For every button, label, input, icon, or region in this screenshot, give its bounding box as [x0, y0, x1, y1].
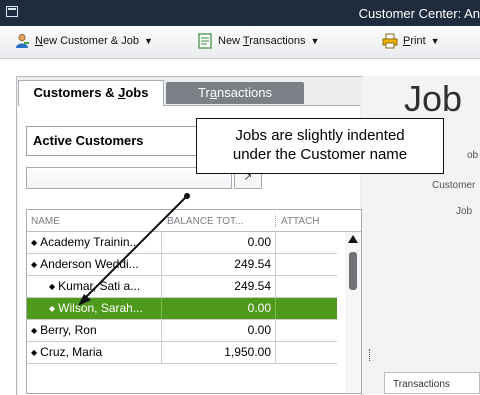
- job-panel-title: Job: [404, 78, 463, 119]
- diamond-icon: ◆: [31, 326, 38, 335]
- diamond-icon: ◆: [49, 282, 56, 291]
- column-header-attach[interactable]: ATTACH: [281, 216, 320, 227]
- title-bar: Customer Center: An: [0, 0, 480, 26]
- customer-grid: NAME BALANCE TOT... ATTACH ◆ Academy Trai…: [26, 209, 362, 394]
- filter-selected-value: Active Customers: [33, 133, 144, 148]
- row-name: Cruz, Maria: [40, 345, 103, 359]
- customer-field-label: Customer: [432, 180, 476, 191]
- table-row-job-selected[interactable]: ◆ Wilson, Sarah... 0.00: [27, 298, 337, 320]
- row-balance: 0.00: [247, 301, 271, 315]
- tab-transactions[interactable]: Transactions: [166, 82, 304, 104]
- panel-splitter[interactable]: [369, 349, 372, 361]
- table-row[interactable]: ◆ Cruz, Maria 1,950.00: [27, 342, 337, 364]
- row-name: Berry, Ron: [40, 323, 97, 337]
- dropdown-arrow-icon[interactable]: ▼: [310, 36, 319, 46]
- scroll-up-icon[interactable]: [348, 235, 358, 243]
- grid-header: NAME BALANCE TOT... ATTACH: [27, 210, 361, 232]
- row-balance: 0.00: [247, 323, 271, 337]
- column-header-balance[interactable]: BALANCE TOT...: [167, 216, 243, 227]
- row-balance: 1,950.00: [224, 345, 271, 359]
- window-menu-icon[interactable]: [6, 6, 18, 17]
- printer-icon: [382, 33, 398, 49]
- new-transactions-icon: [198, 33, 212, 49]
- job-field-label: ob: [467, 150, 479, 161]
- dropdown-arrow-icon[interactable]: ▼: [431, 36, 440, 46]
- row-name: Wilson, Sarah...: [58, 301, 143, 315]
- scroll-thumb[interactable]: [349, 252, 357, 290]
- table-row-job[interactable]: ◆ Kumar, Sati a... 249.54: [27, 276, 337, 298]
- window-title: Customer Center: An: [358, 6, 480, 21]
- dropdown-arrow-icon[interactable]: ▼: [144, 36, 153, 46]
- row-name: Kumar, Sati a...: [58, 279, 141, 293]
- table-row[interactable]: ◆ Academy Trainin... 0.00: [27, 232, 337, 254]
- row-balance: 249.54: [234, 257, 271, 271]
- job-type-label: Job: [456, 206, 473, 217]
- diamond-icon: ◆: [31, 238, 38, 247]
- row-balance: 249.54: [234, 279, 271, 293]
- tab-customers-jobs[interactable]: Customers & Jobs: [18, 80, 164, 106]
- vertical-scrollbar[interactable]: [345, 232, 361, 393]
- new-customer-icon: [16, 33, 29, 48]
- callout-line-2: under the Customer name: [232, 146, 408, 163]
- table-row[interactable]: ◆ Anderson Weddi... 249.54: [27, 254, 337, 276]
- row-name: Academy Trainin...: [40, 235, 140, 249]
- table-row[interactable]: ◆ Berry, Ron 0.00: [27, 320, 337, 342]
- toolbar: New Customer & Job ▼ New Transactions ▼ Pr…: [0, 26, 480, 59]
- row-balance: 0.00: [247, 235, 271, 249]
- customer-filter-dropdown[interactable]: Active Customers: [26, 126, 216, 156]
- column-resize-handle[interactable]: [275, 214, 277, 227]
- column-header-name[interactable]: NAME: [31, 216, 60, 227]
- diamond-icon: ◆: [31, 260, 38, 269]
- callout-line-1: Jobs are slightly indented: [235, 127, 405, 144]
- callout-box: Jobs are slightly indented under the Cus…: [196, 118, 444, 174]
- diamond-icon: ◆: [31, 348, 38, 357]
- row-name: Anderson Weddi...: [40, 257, 139, 271]
- diamond-icon: ◆: [49, 304, 56, 313]
- transactions-subtab[interactable]: Transactions: [384, 372, 480, 394]
